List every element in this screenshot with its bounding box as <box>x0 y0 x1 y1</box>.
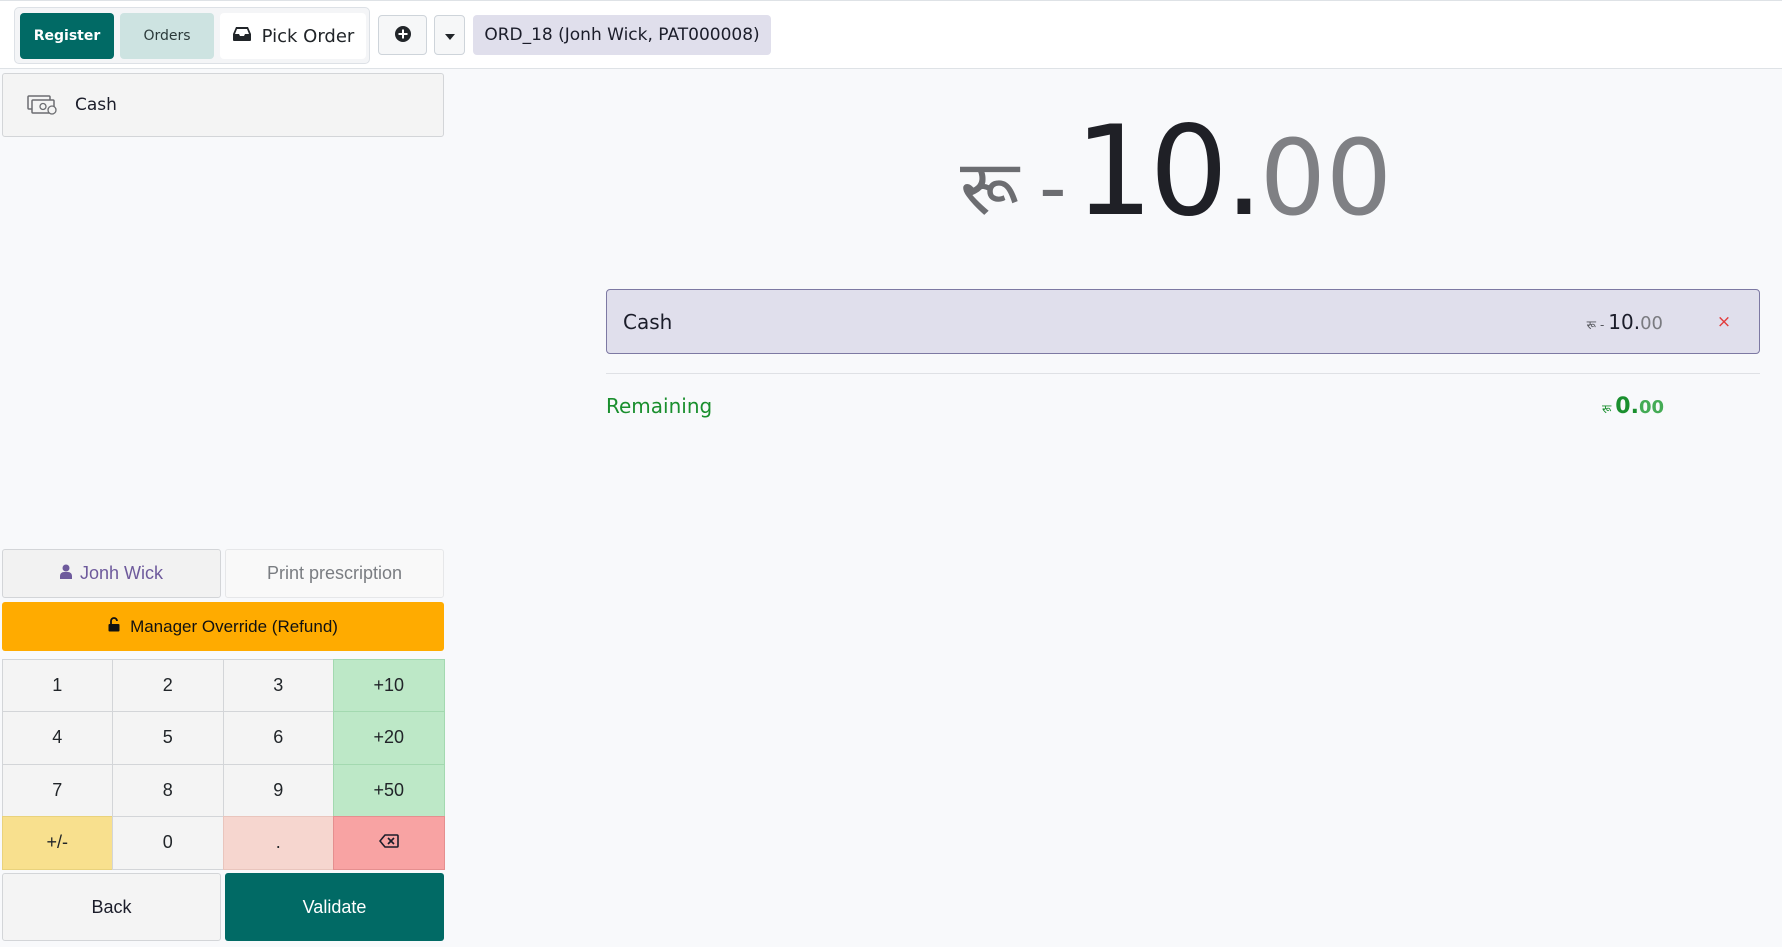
plus-circle-icon <box>394 25 411 45</box>
numpad-key-3[interactable]: 3 <box>222 658 334 712</box>
numpad-key-plus-minus[interactable]: +/- <box>1 816 113 870</box>
divider <box>606 373 1760 374</box>
inbox-icon <box>232 26 252 47</box>
numpad-key-4[interactable]: 4 <box>1 711 113 765</box>
numpad-key-6[interactable]: 6 <box>222 711 334 765</box>
numpad-key-0[interactable]: 0 <box>112 816 224 870</box>
payment-line-currency: रू <box>1586 317 1596 332</box>
total-decimal: 00 <box>1259 117 1393 239</box>
top-bar: Register Orders Pick Order ORD_18 (Jonh … <box>0 0 1782 69</box>
payment-line-cash[interactable]: Cash रू - 10. 00 × <box>606 289 1760 354</box>
manager-override-label: Manager Override (Refund) <box>130 616 338 636</box>
numpad: 1 2 3 +10 4 5 6 +20 7 8 9 +50 +/- 0 . <box>1 658 445 870</box>
payment-line-integer: 10. <box>1608 309 1641 334</box>
payment-line-decimal: 00 <box>1640 312 1663 334</box>
validate-button[interactable]: Validate <box>225 873 444 941</box>
tab-pick-order-label: Pick Order <box>261 25 355 47</box>
payment-method-cash[interactable]: Cash <box>2 73 444 137</box>
add-order-button[interactable] <box>378 15 427 55</box>
payment-line-method: Cash <box>623 309 673 334</box>
numpad-key-backspace[interactable] <box>333 816 445 870</box>
unlock-icon <box>108 616 120 637</box>
remaining-currency: रू <box>1601 402 1612 416</box>
numpad-key-decimal[interactable]: . <box>222 816 334 870</box>
remaining-decimal: 00 <box>1638 397 1664 418</box>
print-prescription-button[interactable]: Print prescription <box>225 549 444 598</box>
numpad-key-plus-10[interactable]: +10 <box>333 658 445 712</box>
numpad-key-plus-20[interactable]: +20 <box>333 711 445 765</box>
current-order-badge[interactable]: ORD_18 (Jonh Wick, PAT000008) <box>473 15 771 55</box>
remove-payment-icon[interactable]: × <box>1713 311 1735 333</box>
tab-register[interactable]: Register <box>20 13 114 59</box>
payment-line-sign: - <box>1599 317 1605 332</box>
total-amount: रू - 10. 00 <box>960 100 1420 244</box>
backspace-icon <box>378 832 399 853</box>
numpad-key-1[interactable]: 1 <box>1 658 113 712</box>
total-currency: रू <box>960 143 1020 232</box>
payment-line-amount: रू - 10. 00 <box>1587 310 1663 334</box>
remaining-label: Remaining <box>606 394 713 418</box>
back-button[interactable]: Back <box>2 873 221 941</box>
numpad-key-plus-50[interactable]: +50 <box>333 763 445 817</box>
customer-name: Jonh Wick <box>79 563 164 583</box>
total-integer: 10. <box>1074 100 1264 244</box>
payment-method-label: Cash <box>75 95 117 115</box>
tab-orders[interactable]: Orders <box>120 13 214 59</box>
remaining-integer: 0. <box>1615 394 1639 419</box>
numpad-key-2[interactable]: 2 <box>112 658 224 712</box>
tab-pick-order[interactable]: Pick Order <box>220 13 366 59</box>
numpad-key-7[interactable]: 7 <box>1 763 113 817</box>
remaining-amount: रू 0. 00 <box>1602 394 1664 419</box>
cash-icon <box>27 92 59 118</box>
total-sign: - <box>1039 143 1067 232</box>
order-dropdown-button[interactable] <box>434 15 465 55</box>
manager-override-button[interactable]: Manager Override (Refund) <box>2 602 444 651</box>
numpad-key-8[interactable]: 8 <box>112 763 224 817</box>
user-icon <box>59 563 72 584</box>
main-tabs: Register Orders Pick Order <box>14 7 370 64</box>
customer-button[interactable]: Jonh Wick <box>2 549 221 598</box>
caret-down-icon <box>444 28 455 43</box>
numpad-key-9[interactable]: 9 <box>222 763 334 817</box>
numpad-key-5[interactable]: 5 <box>112 711 224 765</box>
